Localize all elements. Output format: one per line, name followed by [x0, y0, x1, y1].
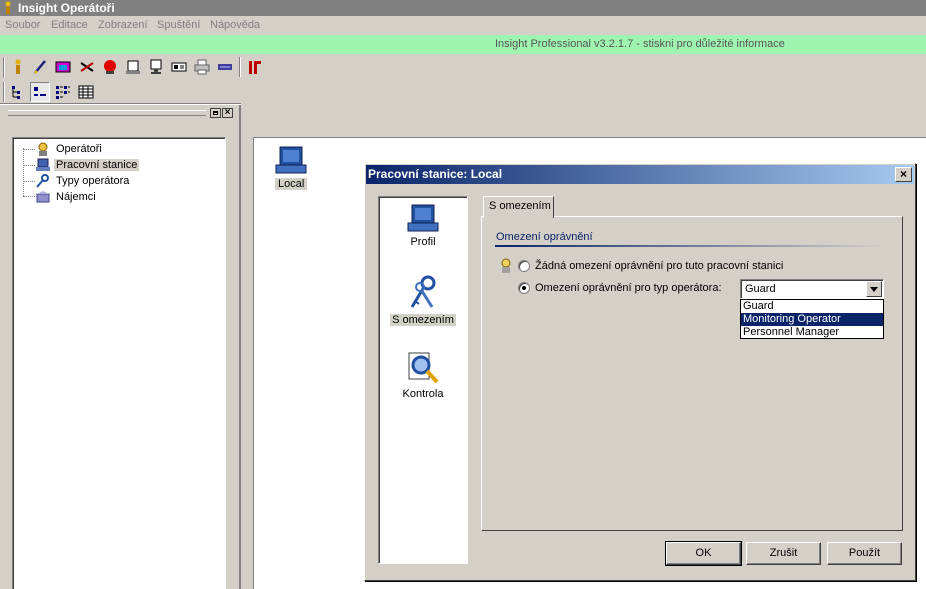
chevron-down-icon[interactable] — [866, 281, 882, 297]
logo-icon[interactable] — [245, 57, 265, 77]
app-icon — [5, 1, 11, 14]
view-toolbar — [0, 79, 926, 105]
operator-type-icon — [36, 173, 49, 188]
local-item-label[interactable]: Local — [275, 178, 308, 190]
menubar: Soubor Editace Zobrazení Spuštění Nápově… — [0, 16, 926, 35]
option-personnel-manager[interactable]: Personnel Manager — [741, 326, 883, 339]
card-icon[interactable] — [169, 57, 189, 77]
workstation-icon — [407, 204, 439, 232]
small-icons-icon[interactable] — [30, 82, 50, 102]
operator-type-select[interactable]: Guard — [740, 279, 884, 299]
dialog-sidebar: Profil S omezením Kontrola — [378, 196, 468, 564]
tab-s-omezenim[interactable]: S omezením — [483, 196, 554, 218]
tree-view[interactable]: Operátoři Pracovní stanice Typy operátor… — [12, 137, 226, 589]
info-bar[interactable]: Insight Professional v3.2.1.7 - stiskni … — [0, 35, 926, 54]
tree-item-najemci[interactable]: Nájemci — [35, 189, 98, 204]
radio-no-restriction-label[interactable]: Žádná omezení oprávnění pro tuto pracovn… — [535, 260, 783, 272]
operator-icon — [501, 258, 511, 273]
close-icon[interactable]: × — [895, 167, 912, 182]
printer-icon[interactable] — [192, 57, 212, 77]
main-toolbar — [0, 54, 926, 80]
dialog-title: Pracovní stanice: Local — [368, 167, 503, 181]
section-label: Omezení oprávnění — [496, 231, 593, 243]
workstation-icon — [36, 158, 50, 171]
operator-icon — [38, 142, 48, 156]
sidebar-item-profil[interactable]: Profil — [379, 203, 467, 248]
magnifier-icon — [408, 352, 439, 384]
menu-editace[interactable]: Editace — [51, 19, 88, 31]
ok-button[interactable]: OK — [665, 541, 742, 566]
operator-type-dropdown: Guard Monitoring Operator Personnel Mana… — [740, 299, 884, 339]
radio-operator-type[interactable] — [518, 282, 530, 294]
apply-button[interactable]: Použít — [827, 542, 902, 565]
option-guard[interactable]: Guard — [741, 300, 883, 313]
bar-icon[interactable] — [215, 57, 235, 77]
info-text: Insight Professional v3.2.1.7 - stiskni … — [495, 38, 785, 50]
window-icon[interactable] — [53, 57, 73, 77]
window-titlebar: Insight Operátoři — [0, 0, 926, 16]
sidebar-item-kontrola[interactable]: Kontrola — [379, 351, 467, 400]
person-icon[interactable] — [8, 57, 28, 77]
menu-spusteni[interactable]: Spuštění — [157, 19, 200, 31]
tenant-icon — [36, 190, 50, 202]
sidebar-item-s-omezenim[interactable]: S omezením — [379, 275, 467, 326]
tree-item-typy-operatora[interactable]: Typy operátora — [35, 173, 131, 188]
monitor-icon[interactable] — [146, 57, 166, 77]
alarm-icon[interactable] — [100, 57, 120, 77]
panel-grip[interactable] — [8, 110, 206, 116]
panel-restore-icon[interactable] — [210, 108, 221, 118]
dialog-titlebar[interactable]: Pracovní stanice: Local × — [366, 165, 914, 184]
menu-zobrazeni[interactable]: Zobrazení — [98, 19, 148, 31]
radio-operator-type-label[interactable]: Omezení oprávnění pro typ operátora: — [535, 282, 722, 294]
tree-item-operatori[interactable]: Operátoři — [35, 141, 104, 156]
pen-icon[interactable] — [30, 57, 50, 77]
menu-soubor[interactable]: Soubor — [5, 19, 40, 31]
tools-icon[interactable] — [77, 57, 97, 77]
details-view-icon[interactable] — [76, 82, 96, 102]
tree-item-pracovni-stanice[interactable]: Pracovní stanice — [35, 157, 140, 172]
panel-divider — [0, 103, 241, 105]
option-monitoring-operator[interactable]: Monitoring Operator — [741, 313, 883, 326]
panel-close-icon[interactable]: × — [222, 108, 233, 118]
menu-napoveda[interactable]: Nápověda — [210, 19, 260, 31]
scanner-icon[interactable] — [123, 57, 143, 77]
list-view-icon[interactable] — [53, 82, 73, 102]
tree-view-icon[interactable] — [8, 82, 28, 102]
cancel-button[interactable]: Zrušit — [746, 542, 821, 565]
window-title: Insight Operátoři — [18, 1, 115, 15]
keys-icon — [410, 275, 436, 308]
radio-no-restriction[interactable] — [518, 260, 530, 272]
section-divider — [495, 245, 885, 247]
local-item-icon[interactable] — [274, 145, 308, 175]
